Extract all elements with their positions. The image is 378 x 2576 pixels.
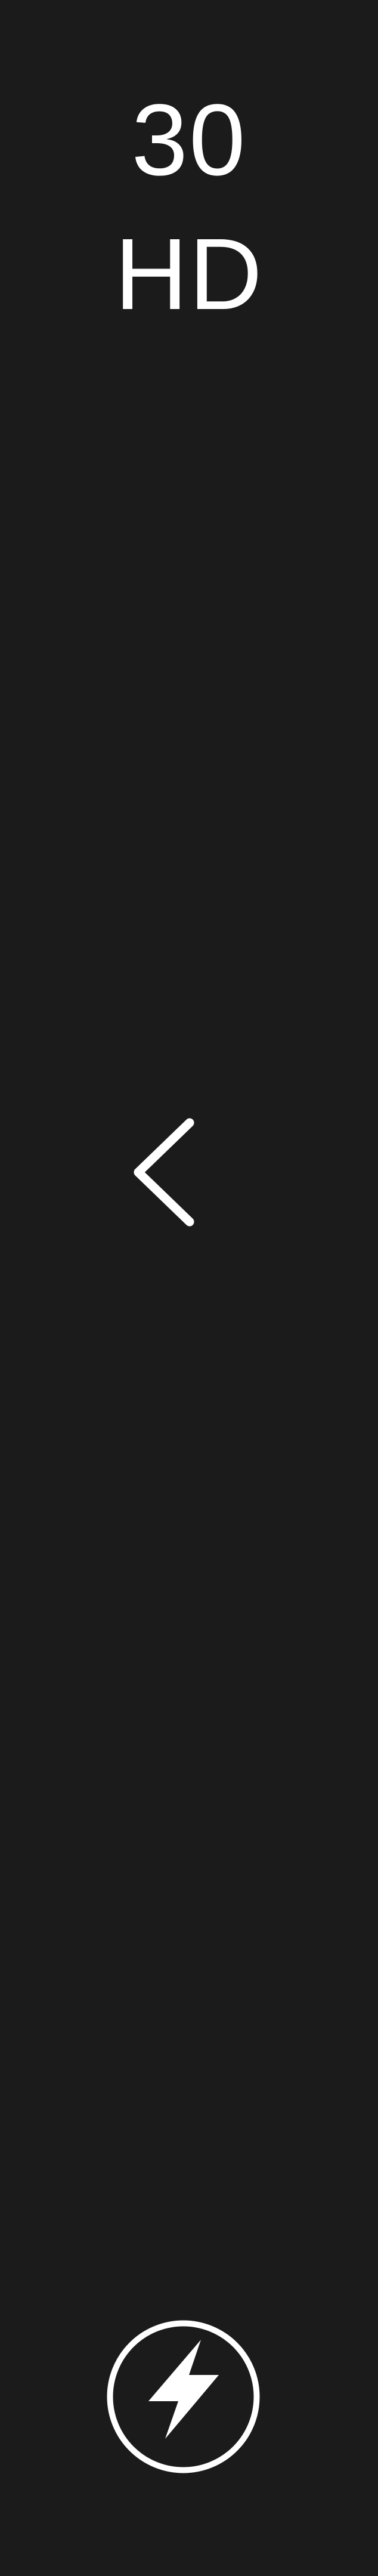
chevron-left-icon	[134, 1118, 194, 1227]
camera-side-panel: 30 HD	[0, 0, 378, 2576]
flash-button[interactable]	[104, 2318, 262, 2476]
frame-rate-toggle[interactable]: 30	[131, 89, 246, 191]
capture-settings: 30 HD	[0, 89, 378, 325]
flash-auto-icon	[107, 2320, 260, 2473]
resolution-toggle[interactable]: HD	[114, 224, 264, 325]
collapse-panel-button[interactable]	[122, 1107, 212, 1238]
